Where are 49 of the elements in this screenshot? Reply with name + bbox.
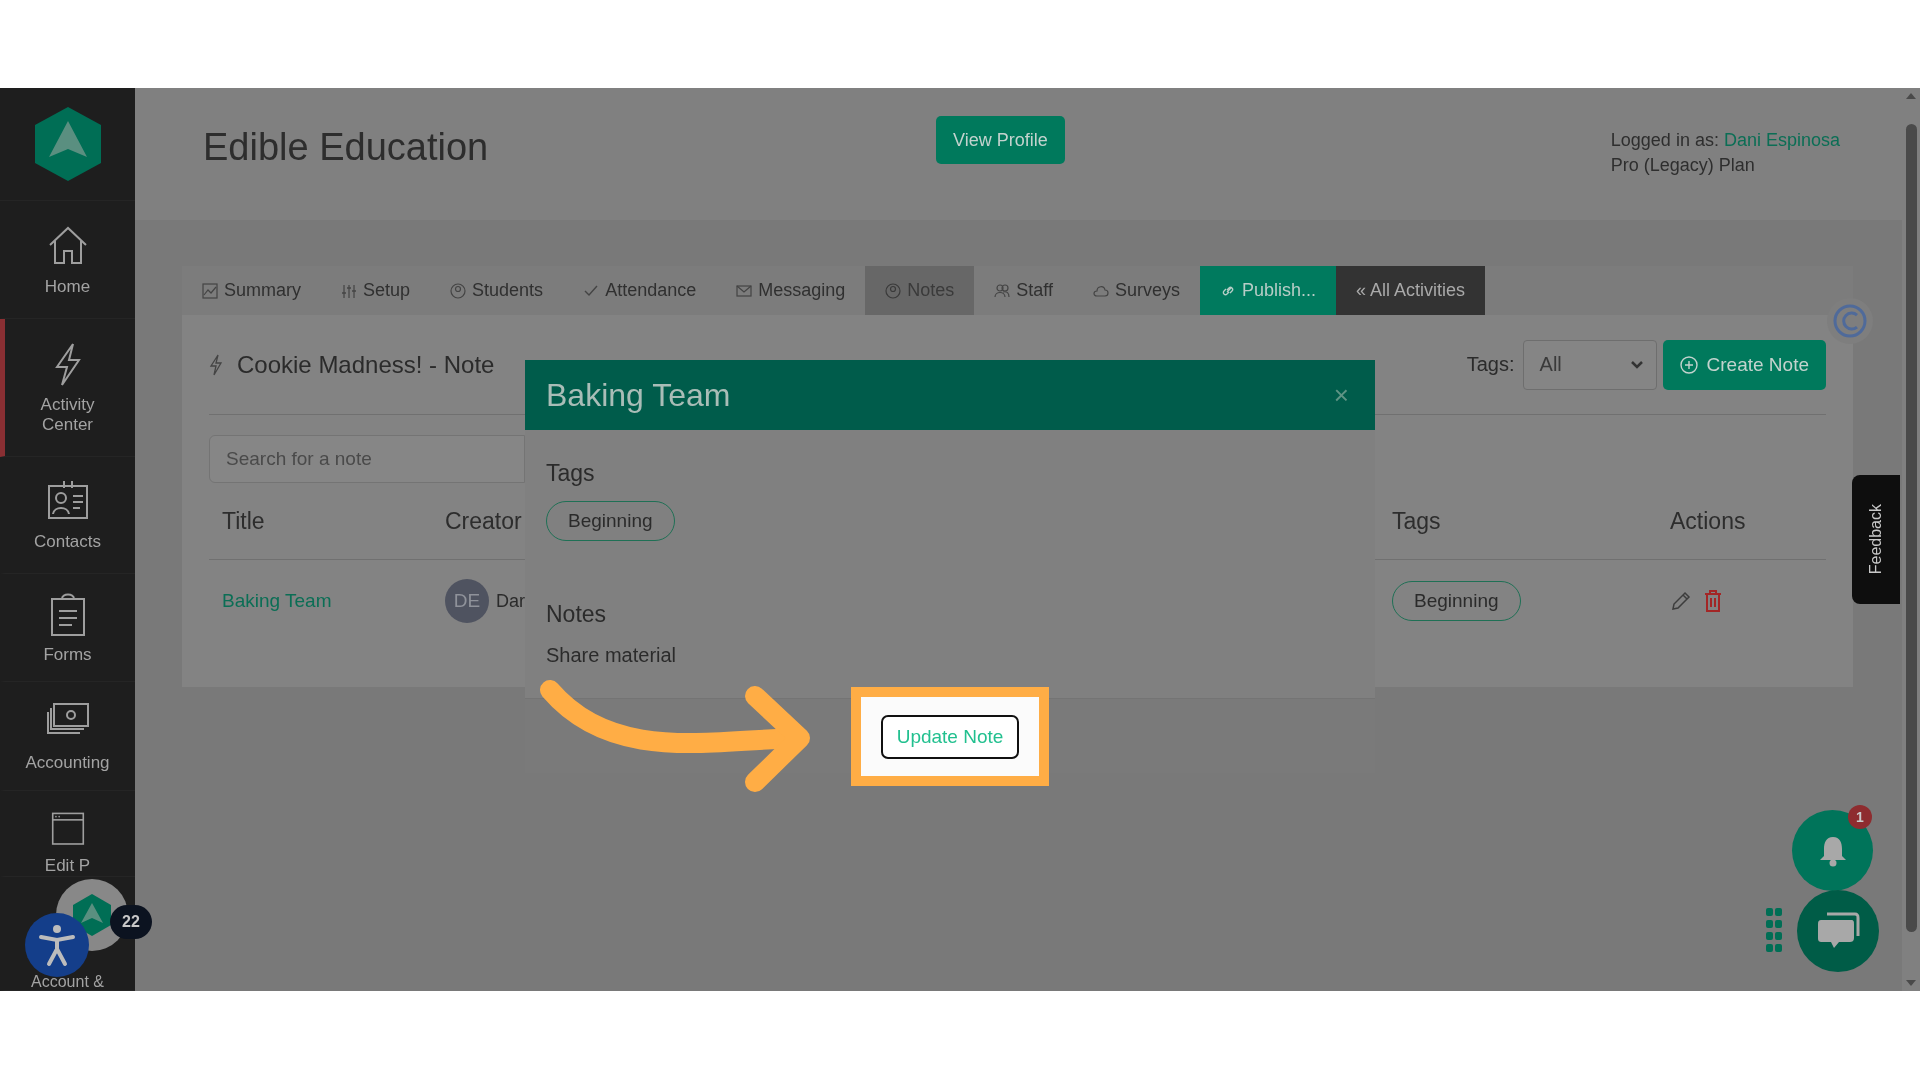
page-title: Edible Education: [203, 125, 490, 170]
column-header: Creator: [445, 507, 522, 535]
tab[interactable]: « All Activities: [1336, 266, 1486, 315]
create-note-button[interactable]: Create Note: [1662, 339, 1826, 390]
pencil-icon[interactable]: [1670, 590, 1692, 612]
person-icon: [885, 282, 902, 299]
notes-label: Notes: [546, 601, 607, 628]
view-profile-button[interactable]: View Profile: [936, 116, 1065, 164]
avatar: DE: [445, 579, 489, 623]
tags-filter-label: Tags:: [1466, 353, 1515, 376]
person-icon: [450, 282, 467, 299]
tab[interactable]: Setup: [321, 266, 431, 315]
trash-icon[interactable]: [1704, 590, 1722, 612]
chart-icon: [202, 282, 218, 299]
close-button[interactable]: ×: [1333, 382, 1349, 408]
note-title-link[interactable]: Baking Team: [222, 590, 332, 612]
tab[interactable]: Summary: [182, 266, 321, 315]
tab[interactable]: Staff: [974, 266, 1073, 315]
drag-handle-icon[interactable]: [1766, 908, 1782, 952]
tags-dropdown[interactable]: All: [1522, 339, 1657, 390]
note-text: Share material: [546, 644, 677, 667]
column-header: Tags: [1392, 507, 1441, 535]
creator-name: Dar: [496, 590, 525, 612]
plus-circle-icon: [1679, 355, 1698, 374]
people-icon: [994, 282, 1011, 299]
update-note-button[interactable]: Update Note: [880, 714, 1020, 759]
panel-title: Cookie Madness! - Note: [237, 350, 495, 379]
tab[interactable]: Students: [430, 266, 564, 315]
scroll-up-icon: [1905, 92, 1917, 100]
modal-title: Baking Team: [546, 376, 731, 414]
sliders-icon: [341, 282, 357, 299]
logo-icon: [32, 105, 103, 183]
column-header: Actions: [1670, 507, 1746, 535]
accessibility-icon: [37, 923, 77, 967]
tab[interactable]: Messaging: [716, 266, 866, 315]
feedback-tab[interactable]: Feedback: [1852, 475, 1900, 604]
tab[interactable]: Attendance: [563, 266, 717, 315]
search-field[interactable]: Search for a note: [209, 435, 525, 483]
tags-label: Tags: [546, 460, 595, 487]
lightning-icon: [209, 353, 223, 376]
c-logo-icon: [1833, 304, 1867, 338]
tab[interactable]: Publish...: [1200, 266, 1337, 315]
tab[interactable]: Surveys: [1073, 266, 1200, 315]
column-header: Title: [222, 507, 265, 535]
logged-in-label: Logged in as:: [1610, 130, 1719, 150]
chevron-down-icon: [1629, 359, 1644, 370]
envelope-icon: [736, 282, 753, 299]
scroll-down-icon: [1905, 979, 1917, 987]
plan-label: Pro (Legacy) Plan: [1610, 154, 1756, 177]
